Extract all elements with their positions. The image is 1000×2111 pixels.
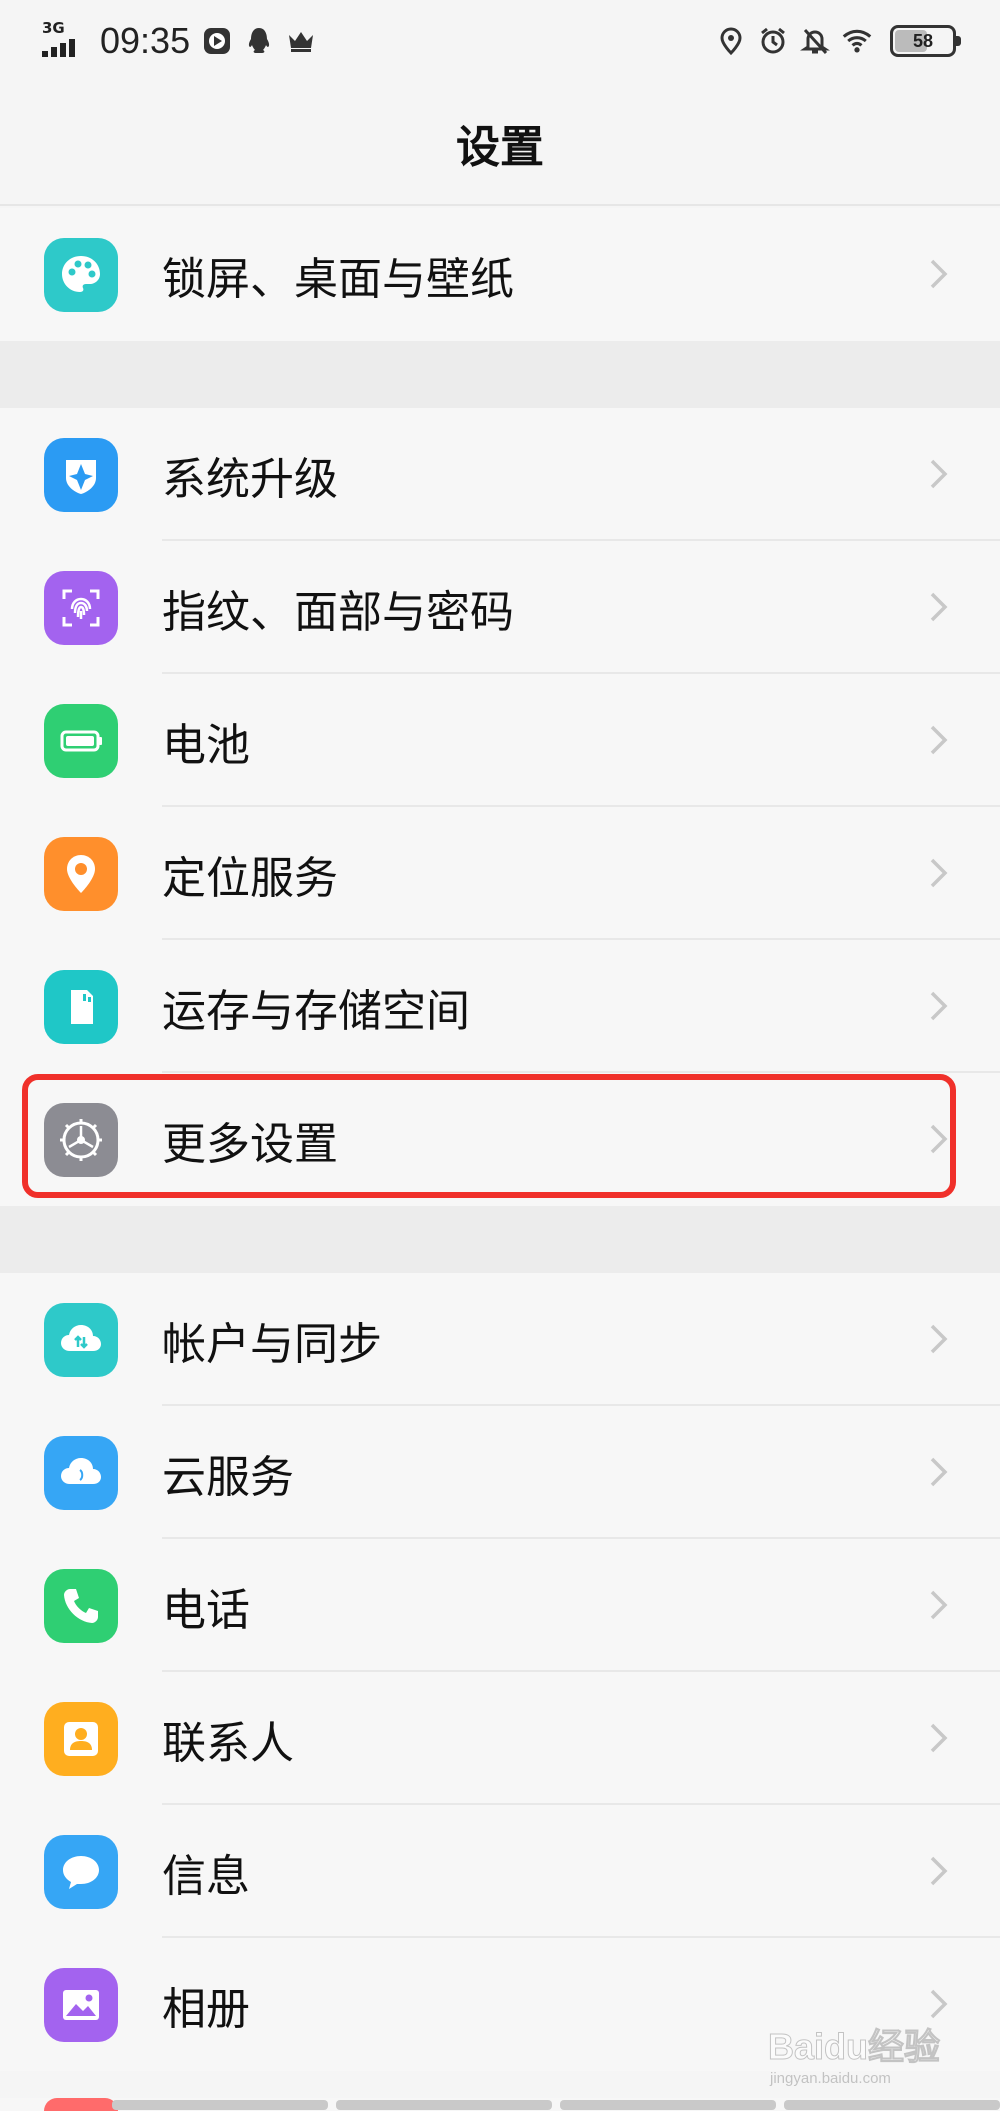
settings-item-system-upgrade[interactable]: 系统升级 bbox=[0, 408, 1000, 541]
gear-icon bbox=[44, 1103, 118, 1177]
settings-item-label: 系统升级 bbox=[162, 453, 338, 505]
chevron-right-icon bbox=[930, 725, 948, 755]
location-icon bbox=[44, 837, 118, 911]
chevron-right-icon bbox=[930, 1324, 948, 1354]
page-title: 设置 bbox=[456, 122, 544, 173]
wifi-icon bbox=[842, 26, 872, 56]
album-icon bbox=[44, 1968, 118, 2042]
settings-item-label: 定位服务 bbox=[162, 852, 338, 904]
settings-item-label: 相册 bbox=[162, 1983, 250, 2035]
settings-item-phone[interactable]: 电话 bbox=[0, 1539, 1000, 1672]
location-status-icon bbox=[716, 26, 746, 56]
alarm-icon bbox=[758, 26, 788, 56]
status-time: 09:35 bbox=[100, 20, 191, 61]
cellular-signal-icon: 3G bbox=[42, 19, 84, 61]
settings-item-label: 指纹、面部与密码 bbox=[162, 586, 514, 638]
chevron-right-icon bbox=[930, 1124, 948, 1154]
status-bar: 3G 09:35 58 bbox=[0, 0, 1000, 82]
settings-item-label: 信息 bbox=[162, 1850, 250, 1902]
settings-item-label: 帐户与同步 bbox=[162, 1318, 382, 1370]
battery-icon bbox=[44, 704, 118, 778]
section-gap bbox=[0, 341, 1000, 408]
partial-row-content bbox=[112, 2100, 1000, 2110]
qq-penguin-icon bbox=[244, 26, 274, 56]
settings-item-location[interactable]: 定位服务 bbox=[0, 807, 1000, 940]
baidu-jingyan-watermark: Baidu经验 jingyan.baidu.com bbox=[760, 2010, 960, 2100]
chevron-right-icon bbox=[930, 1856, 948, 1886]
cloud-icon bbox=[44, 1436, 118, 1510]
settings-group-display: 锁屏、桌面与壁纸 bbox=[0, 208, 1000, 341]
phone-icon bbox=[44, 1569, 118, 1643]
settings-item-more-settings[interactable]: 更多设置 bbox=[0, 1073, 1000, 1206]
settings-item-label: 电池 bbox=[162, 719, 250, 771]
contact-icon bbox=[44, 1702, 118, 1776]
watermark-url: jingyan.baidu.com bbox=[770, 2070, 891, 2087]
settings-item-lockscreen-wallpaper[interactable]: 锁屏、桌面与壁纸 bbox=[0, 208, 1000, 341]
settings-group-apps: 帐户与同步 云服务 电话 联系人 信息 相册 bbox=[0, 1273, 1000, 2071]
battery-indicator: 58 bbox=[890, 25, 961, 57]
upgrade-icon bbox=[44, 438, 118, 512]
settings-group-system: 系统升级 指纹、面部与密码 电池 定位服务 运存与存储空间 更多设置 bbox=[0, 408, 1000, 1206]
chevron-right-icon bbox=[930, 858, 948, 888]
settings-item-label: 更多设置 bbox=[162, 1118, 338, 1170]
chevron-right-icon bbox=[930, 1590, 948, 1620]
settings-item-fingerprint-face-password[interactable]: 指纹、面部与密码 bbox=[0, 541, 1000, 674]
fingerprint-icon bbox=[44, 571, 118, 645]
chevron-right-icon bbox=[930, 1457, 948, 1487]
notifications-off-icon bbox=[800, 26, 830, 56]
section-gap bbox=[0, 1206, 1000, 1273]
page-header: 设置 bbox=[0, 82, 1000, 206]
message-icon bbox=[44, 1835, 118, 1909]
palette-icon bbox=[44, 238, 118, 312]
settings-item-battery[interactable]: 电池 bbox=[0, 674, 1000, 807]
crown-icon bbox=[286, 26, 316, 56]
chevron-right-icon bbox=[930, 991, 948, 1021]
chevron-right-icon bbox=[930, 1723, 948, 1753]
settings-item-label: 锁屏、桌面与壁纸 bbox=[162, 253, 514, 305]
sd-card-icon bbox=[44, 970, 118, 1044]
account-sync-icon bbox=[44, 1303, 118, 1377]
chevron-right-icon bbox=[930, 459, 948, 489]
settings-item-cloud-service[interactable]: 云服务 bbox=[0, 1406, 1000, 1539]
partial-app-icon bbox=[44, 2098, 118, 2111]
settings-item-label: 云服务 bbox=[162, 1451, 294, 1503]
settings-item-label: 运存与存储空间 bbox=[162, 985, 470, 1037]
video-app-icon bbox=[202, 26, 232, 56]
settings-item-memory-storage[interactable]: 运存与存储空间 bbox=[0, 940, 1000, 1073]
watermark-text: Baidu经验 bbox=[767, 2026, 941, 2068]
settings-item-account-sync[interactable]: 帐户与同步 bbox=[0, 1273, 1000, 1406]
settings-item-messages[interactable]: 信息 bbox=[0, 1805, 1000, 1938]
settings-item-contacts[interactable]: 联系人 bbox=[0, 1672, 1000, 1805]
settings-item-label: 联系人 bbox=[162, 1717, 294, 1769]
chevron-right-icon bbox=[930, 259, 948, 289]
settings-item-label: 电话 bbox=[162, 1584, 250, 1636]
chevron-right-icon bbox=[930, 592, 948, 622]
